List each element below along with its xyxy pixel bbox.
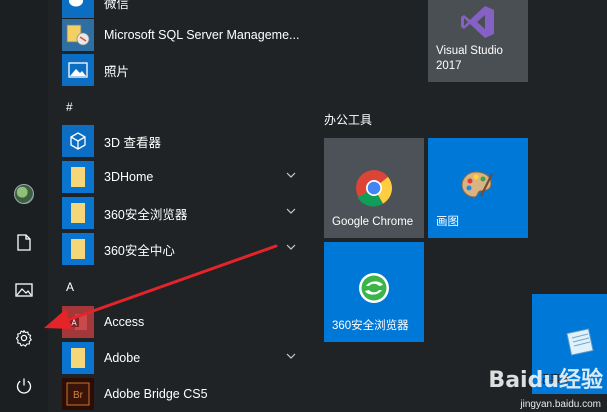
annotation-arrow: [44, 244, 278, 329]
watermark-logo: Baidu经验: [488, 368, 603, 393]
watermark-url: jingyan.baidu.com: [520, 399, 601, 410]
